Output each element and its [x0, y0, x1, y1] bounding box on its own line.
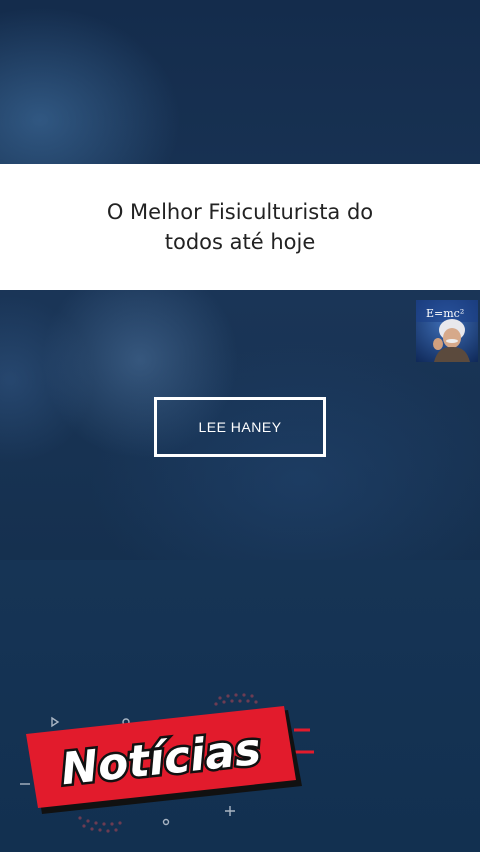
news-badge: Notícias [20, 690, 330, 840]
title-line-2: todos até hoje [164, 230, 316, 254]
answer-button-label: LEE HANEY [198, 419, 282, 435]
title-banner: O Melhor Fisiculturista do todos até hoj… [0, 164, 480, 290]
question-title: O Melhor Fisiculturista do todos até hoj… [60, 197, 420, 257]
answer-button[interactable]: LEE HANEY [154, 397, 326, 457]
avatar-formula: E=mc² [426, 307, 464, 320]
channel-avatar[interactable]: E=mc² [416, 300, 478, 362]
title-line-1: O Melhor Fisiculturista do [106, 200, 374, 224]
einstein-avatar-icon: E=mc² [416, 300, 478, 362]
